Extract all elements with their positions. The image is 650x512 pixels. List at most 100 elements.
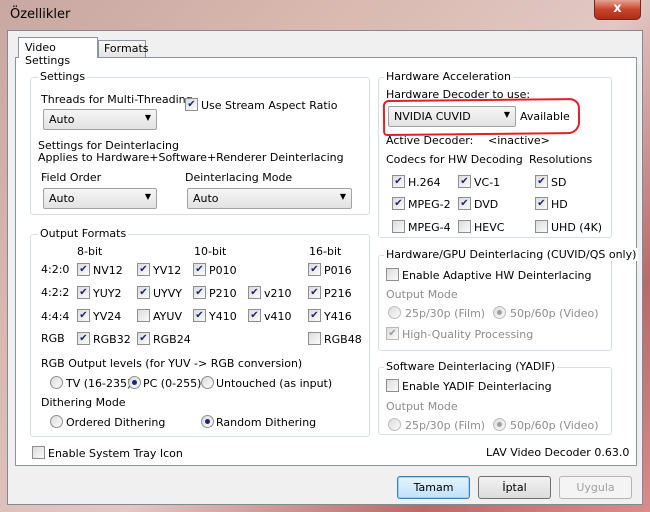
close-icon: x	[613, 1, 622, 16]
apply-button[interactable]: Uygula	[559, 476, 632, 499]
threads-select[interactable]: Auto ▼	[43, 109, 157, 130]
dither-label-random: Random Dithering	[216, 416, 317, 429]
sw-mode-label-video: 50p/60p (Video)	[510, 419, 599, 432]
format-label-y410: Y410	[209, 310, 237, 323]
hq-processing-label: High-Quality Processing	[402, 328, 534, 341]
tab-label: Formats	[104, 42, 149, 55]
check-icon: ✔	[394, 198, 403, 209]
hw-mode-radio-film[interactable]	[388, 306, 401, 319]
format-checkbox-p016[interactable]: ✔	[308, 263, 321, 276]
format-checkbox-ayuv[interactable]	[137, 309, 150, 322]
stream-aspect-checkbox[interactable]: ✔	[185, 98, 198, 111]
format-label-rgb24: RGB24	[153, 333, 191, 346]
field-order-select[interactable]: Auto ▼	[43, 188, 157, 209]
format-label-y416: Y416	[324, 310, 352, 323]
check-icon: ✔	[195, 310, 204, 321]
rgb-levels-radio-untouched[interactable]	[201, 376, 214, 389]
dither-label-ordered: Ordered Dithering	[66, 416, 166, 429]
cancel-button[interactable]: İptal	[478, 476, 551, 499]
format-checkbox-nv12[interactable]: ✔	[77, 263, 90, 276]
format-checkbox-p010[interactable]: ✔	[193, 263, 206, 276]
check-icon: ✔	[250, 287, 259, 298]
codec-label-h264: H.264	[408, 176, 441, 189]
deint-mode-value: Auto	[193, 192, 219, 205]
format-checkbox-v210[interactable]: ✔	[248, 286, 261, 299]
codec-label-hevc: HEVC	[474, 221, 505, 234]
format-checkbox-y410[interactable]: ✔	[193, 309, 206, 322]
resolution-checkbox-uhd[interactable]	[535, 220, 548, 233]
field-order-label: Field Order	[41, 171, 102, 184]
hw-accel-title: Hardware Acceleration	[384, 70, 513, 83]
check-icon: ✔	[250, 310, 259, 321]
check-icon: ✔	[79, 287, 88, 298]
rgb-levels-radio-tv[interactable]	[50, 376, 63, 389]
version-label: LAV Video Decoder 0.63.0	[486, 446, 630, 459]
format-label-yv24: YV24	[93, 310, 122, 323]
format-checkbox-y416[interactable]: ✔	[308, 309, 321, 322]
tab-video-settings[interactable]: Video Settings	[18, 37, 98, 67]
stream-aspect-label: Use Stream Aspect Ratio	[201, 99, 338, 112]
format-label-ayuv: AYUV	[153, 310, 182, 323]
codec-checkbox-dvd[interactable]: ✔	[458, 197, 471, 210]
check-icon: ✔	[139, 333, 148, 344]
check-icon: ✔	[187, 99, 196, 110]
deint-mode-select[interactable]: Auto ▼	[187, 188, 352, 209]
check-icon: ✔	[388, 328, 397, 339]
settings-group-title: Settings	[38, 70, 88, 83]
field-order-value: Auto	[49, 192, 75, 205]
format-checkbox-v410[interactable]: ✔	[248, 309, 261, 322]
hw-mode-radio-video[interactable]	[493, 306, 506, 319]
check-icon: ✔	[79, 310, 88, 321]
check-icon: ✔	[537, 198, 546, 209]
active-decoder-label: Active Decoder:	[386, 134, 474, 147]
row-label-rgb: RGB	[41, 332, 65, 345]
header-10bit: 10-bit	[194, 245, 227, 258]
format-checkbox-p216[interactable]: ✔	[308, 286, 321, 299]
format-label-nv12: NV12	[93, 264, 123, 277]
tab-formats[interactable]: Formats	[98, 40, 149, 58]
format-checkbox-yv12[interactable]: ✔	[137, 263, 150, 276]
codec-checkbox-hevc[interactable]	[458, 220, 471, 233]
close-button[interactable]: x	[594, 0, 641, 20]
hw-mode-label-video: 50p/60p (Video)	[510, 307, 599, 320]
rgb-levels-radio-pc[interactable]	[128, 376, 141, 389]
ok-button[interactable]: Tamam	[397, 476, 470, 499]
format-checkbox-uyvy[interactable]: ✔	[137, 286, 150, 299]
check-icon: ✔	[195, 264, 204, 275]
rgb-levels-label-tv: TV (16-235)	[66, 377, 132, 390]
codec-checkbox-h264[interactable]: ✔	[392, 175, 405, 188]
system-tray-checkbox[interactable]	[32, 446, 45, 459]
sw-mode-radio-video[interactable]	[493, 418, 506, 431]
format-checkbox-rgb48[interactable]	[308, 332, 321, 345]
check-icon: ✔	[310, 264, 319, 275]
chevron-down-icon: ▼	[144, 192, 151, 201]
dither-radio-ordered[interactable]	[50, 415, 63, 428]
codec-label-vc1: VC-1	[474, 176, 501, 189]
check-icon: ✔	[139, 287, 148, 298]
format-checkbox-yuy2[interactable]: ✔	[77, 286, 90, 299]
format-checkbox-rgb32[interactable]: ✔	[77, 332, 90, 345]
hq-processing-checkbox[interactable]: ✔	[386, 327, 399, 340]
header-8bit: 8-bit	[77, 245, 103, 258]
codec-label-mpeg2: MPEG-2	[408, 198, 451, 211]
row-label-422: 4:2:2	[41, 286, 70, 299]
codec-checkbox-mpeg4[interactable]	[392, 220, 405, 233]
hw-deint-checkbox[interactable]	[386, 268, 399, 281]
codec-checkbox-mpeg2[interactable]: ✔	[392, 197, 405, 210]
sw-mode-radio-film[interactable]	[388, 418, 401, 431]
format-checkbox-rgb24[interactable]: ✔	[137, 332, 150, 345]
dither-radio-random[interactable]	[201, 415, 214, 428]
active-decoder-value: <inactive>	[488, 134, 550, 147]
format-checkbox-p210[interactable]: ✔	[193, 286, 206, 299]
format-label-rgb32: RGB32	[93, 333, 131, 346]
resolution-checkbox-sd[interactable]: ✔	[535, 175, 548, 188]
format-checkbox-yv24[interactable]: ✔	[77, 309, 90, 322]
rgb-levels-label-pc: PC (0-255)	[143, 377, 202, 390]
deint-mode-label: Deinterlacing Mode	[185, 171, 293, 184]
codec-checkbox-vc1[interactable]: ✔	[458, 175, 471, 188]
format-label-v410: v410	[264, 310, 292, 323]
check-icon: ✔	[537, 176, 546, 187]
sw-deint-checkbox[interactable]	[386, 379, 399, 392]
resolution-label-uhd: UHD (4K)	[551, 221, 603, 234]
resolution-checkbox-hd[interactable]: ✔	[535, 197, 548, 210]
